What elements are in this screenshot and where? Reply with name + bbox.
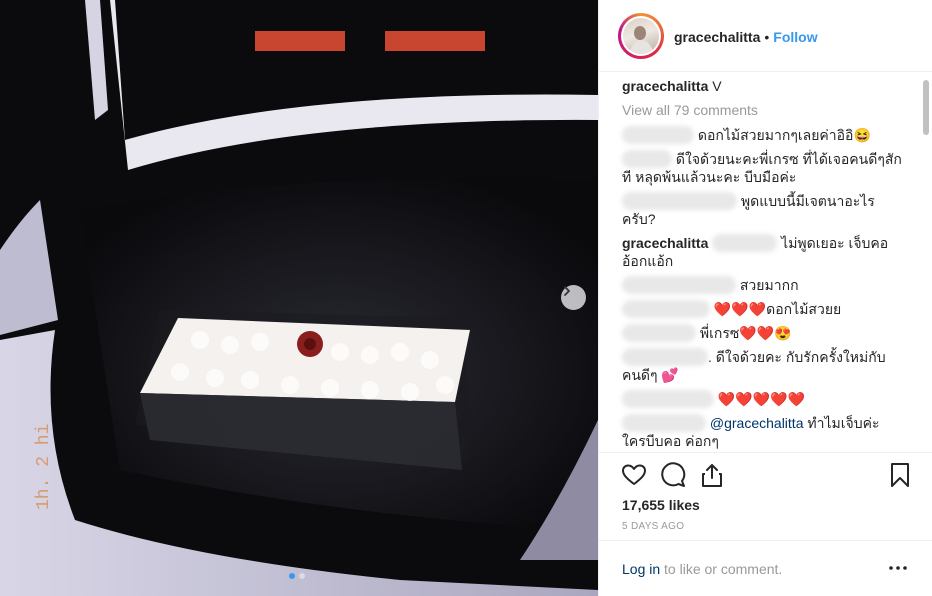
blurred-username [622,324,696,342]
comment-item: ❤️❤️❤️❤️❤️ [622,390,805,408]
comment-text: พี่เกรซ❤️❤️😍 [699,325,792,341]
date-imprint: 1h. 2 hi [34,424,54,510]
more-options-icon[interactable] [887,557,909,579]
likes-count[interactable]: 17,655 likes [622,497,700,513]
blurred-mention [712,234,778,252]
login-link[interactable]: Log in [622,561,660,577]
comment-text: สวยมากก [739,277,799,293]
comments-list[interactable]: gracechalitta V View all 79 comments ดอก… [599,72,932,452]
caption-username[interactable]: gracechalitta [622,78,708,94]
view-all-comments-link[interactable]: View all 79 comments [622,101,758,119]
photo-illustration: 1h. 2 hi [0,0,598,596]
comment-username[interactable]: gracechalitta [622,235,708,251]
comment-text: ไม่พูดเยอะ เจ็บคอ [781,235,889,251]
comment-mention[interactable]: @gracechalitta [710,415,804,431]
comment-item: . ดีใจด้วยคะ กับรักครั้งใหม่กับ [622,348,886,366]
comments-scrollbar[interactable] [921,78,929,450]
separator-dot: • [764,29,770,45]
comment-text-cont: ครับ? [622,211,656,227]
blurred-username [622,348,708,366]
comment-item: พูดแบบนี้มีเจตนาอะไร [622,192,875,210]
comment-icon[interactable] [660,462,686,488]
post-side-panel: gracechalitta • Follow gracechalitta V Vie… [598,0,932,596]
caption: gracechalitta V [622,77,722,95]
comment-text-cont: อ้อกแอ้ก [622,253,674,269]
share-icon[interactable] [699,462,725,488]
comment-item: ❤️❤️❤️ดอกไม้สวยย [622,300,841,318]
next-photo-button[interactable] [561,285,586,310]
login-text: to like or comment. [664,561,783,577]
post-photo[interactable]: 1h. 2 hi [0,0,598,596]
blurred-username [622,126,694,144]
blurred-username [622,390,714,408]
carousel-dot [299,573,305,579]
avatar[interactable] [618,13,664,59]
comment-item: พี่เกรซ❤️❤️😍 [622,324,792,342]
blurred-username [622,300,710,318]
comment-text: ดีใจด้วยนะคะพี่เกรซ ที่ได้เจอคนดีๆสัก [675,151,902,167]
post-footer: Log in to like or comment. [599,540,932,596]
comment-item: @gracechalitta ทำไมเจ็บค่ะ [622,414,880,432]
bookmark-icon[interactable] [887,462,913,488]
post-header: gracechalitta • Follow [599,0,932,72]
comment-text-cont: ที หลุดพ้นแล้วนะคะ บีบมือค่ะ [622,169,797,185]
comment-item: ดอกไม้สวยมากๆเลยค่าอิอิ😆 [622,126,871,144]
avatar-image [623,18,659,54]
comment-item: ดีใจด้วยนะคะพี่เกรซ ที่ได้เจอคนดีๆสัก [622,150,902,168]
comment-text: ❤️❤️❤️❤️❤️ [717,391,806,407]
carousel-dot [289,573,295,579]
header-user: gracechalitta • Follow [674,29,818,45]
comment-text: ดอกไม้สวยมากๆเลยค่าอิอิ😆 [697,127,871,143]
post-timestamp[interactable]: 5 DAYS AGO [622,521,684,532]
comment-text: ❤️❤️❤️ดอกไม้สวยย [713,301,842,317]
comment-text: ทำไมเจ็บค่ะ [807,415,880,431]
carousel-indicator [289,573,305,579]
blurred-username [622,414,706,432]
post-actions: 17,655 likes 5 DAYS AGO [599,452,932,542]
blurred-username [622,276,736,294]
comment-item: gracechalitta ไม่พูดเยอะ เจ็บคอ [622,234,888,252]
blurred-username [622,192,737,210]
comment-text: พูดแบบนี้มีเจตนาอะไร [740,193,875,209]
follow-button[interactable]: Follow [773,29,817,45]
comment-item: สวยมากก [622,276,799,294]
comment-text: . ดีใจด้วยคะ กับรักครั้งใหม่กับ [708,349,886,365]
comment-text-cont: ใครบีบคอ ค่อกๆ [622,433,719,449]
chevron-right-icon [564,286,570,296]
caption-text: V [712,78,722,94]
scrollbar-thumb[interactable] [923,80,929,135]
comment-text-cont: คนดีๆ 💕 [622,367,679,383]
username-link[interactable]: gracechalitta [674,29,760,45]
heart-icon[interactable] [621,462,647,488]
login-prompt: Log in to like or comment. [622,561,782,577]
instagram-post: 1h. 2 hi gracechalitta • Follow gracecha… [0,0,932,596]
blurred-username [622,150,672,168]
